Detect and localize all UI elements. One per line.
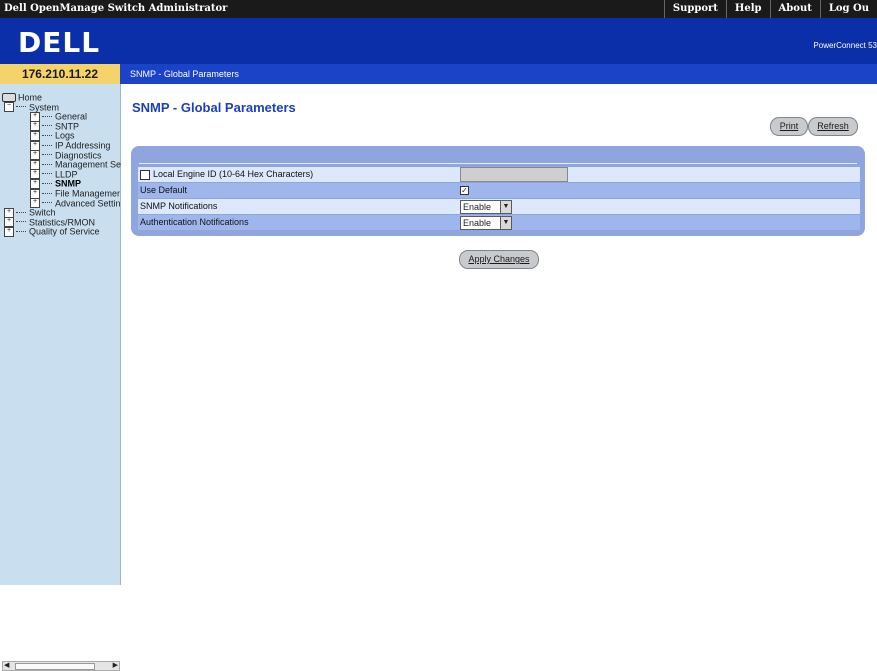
use-default-control: ✓ — [460, 185, 472, 200]
scroll-left-arrow-icon[interactable]: ◀ — [4, 662, 9, 669]
tree-connector — [42, 163, 52, 166]
tree-item-advanced-settin[interactable]: + Advanced Settin — [30, 198, 121, 209]
chevron-down-icon[interactable]: ▼ — [500, 217, 511, 229]
tree-connector — [42, 202, 52, 204]
tree-connector — [42, 135, 52, 137]
scroll-right-arrow-icon[interactable]: ▶ — [113, 662, 118, 669]
authentication-notifications-control: Enable ▼ — [460, 216, 512, 231]
tree-item-snmp[interactable]: + SNMP — [30, 178, 81, 190]
tree-item-label: Quality of Service — [29, 227, 100, 238]
snmp-notifications-select[interactable]: Enable ▼ — [460, 200, 512, 214]
tree-item-lldp[interactable]: + LLDP — [30, 169, 78, 180]
snmp-notifications-label: SNMP Notifications — [140, 201, 218, 211]
page-title: SNMP - Global Parameters — [132, 100, 296, 115]
snmp-notifications-row: SNMP Notifications Enable ▼ — [138, 199, 860, 214]
device-ip: 176.210.11.22 — [0, 64, 120, 85]
use-default-label: Use Default — [140, 185, 188, 195]
local-engine-id-row: Local Engine ID (10-64 Hex Characters) — [138, 167, 860, 182]
local-engine-id-input-wrap — [460, 167, 568, 182]
panel-divider — [139, 163, 857, 164]
tree-connector — [42, 183, 52, 185]
use-default-row: Use Default ✓ — [138, 183, 860, 198]
print-button[interactable]: Print — [770, 117, 808, 136]
tree-item-sntp[interactable]: + SNTP — [30, 121, 79, 132]
tree-item-home[interactable]: Home — [2, 92, 42, 103]
breadcrumb[interactable]: SNMP - Global Parameters — [130, 69, 239, 79]
authentication-notifications-select[interactable]: Enable ▼ — [460, 216, 512, 230]
apply-changes-button[interactable]: Apply Changes — [459, 250, 539, 269]
app-title: Dell OpenManage Switch Administrator — [4, 3, 228, 14]
use-default-checkbox[interactable]: ✓ — [460, 186, 469, 196]
tree-connector — [42, 154, 52, 156]
tree-item-management-se[interactable]: + Management Se — [30, 159, 121, 170]
tree-item-logs[interactable]: + Logs — [30, 130, 75, 142]
top-bar: Dell OpenManage Switch Administrator Sup… — [0, 0, 877, 18]
support-link[interactable]: Support — [663, 0, 726, 18]
local-engine-id-checkbox[interactable] — [140, 169, 150, 180]
tree-connector — [42, 115, 52, 118]
breadcrumb-bar: SNMP - Global Parameters — [120, 64, 877, 84]
tree-connector — [16, 106, 26, 108]
tree-item-ip-addressing[interactable]: + IP Addressing — [30, 140, 110, 151]
product-name: PowerConnect 53 — [813, 41, 877, 50]
authentication-notifications-label: Authentication Notifications — [140, 217, 249, 227]
about-link[interactable]: About — [769, 0, 820, 18]
local-engine-id-label: Local Engine ID (10-64 Hex Characters) — [140, 169, 313, 180]
chevron-down-icon[interactable]: ▼ — [500, 201, 511, 213]
tree-item-file-managemer[interactable]: + File Managemer — [30, 188, 120, 199]
local-engine-id-input[interactable] — [460, 167, 568, 182]
snmp-notifications-control: Enable ▼ — [460, 200, 512, 215]
tree-item-diagnostics[interactable]: + Diagnostics — [30, 150, 102, 161]
refresh-button[interactable]: Refresh — [808, 117, 858, 136]
tree-item-switch[interactable]: + Switch — [4, 207, 56, 218]
tree-connector — [42, 125, 52, 127]
tree-horizontal-scrollbar[interactable]: ◀ ▶ — [2, 661, 120, 671]
tree-connector — [42, 144, 52, 147]
expand-plus-icon[interactable]: + — [4, 227, 14, 238]
tree-connector — [16, 221, 26, 223]
tree-item-system[interactable]: − System — [4, 102, 59, 113]
collapse-minus-icon[interactable]: − — [4, 102, 14, 113]
header-band: DELL PowerConnect 53 — [0, 18, 877, 64]
tree-item-label: Advanced Settin — [55, 198, 121, 209]
top-nav: Support Help About Log Ou — [663, 0, 877, 18]
dell-logo: DELL — [18, 26, 101, 59]
tree-connector — [16, 231, 26, 233]
scroll-thumb[interactable] — [15, 663, 95, 670]
tree-item-statistics-rmon[interactable]: + Statistics/RMON — [4, 217, 95, 228]
help-link[interactable]: Help — [725, 0, 770, 18]
tree-item-general[interactable]: + General — [30, 111, 87, 122]
navigation-tree: Home − System + General + SNTP + Logs + IP Address… — [0, 84, 121, 671]
tree-item-quality-of-service[interactable]: + Quality of Service — [4, 226, 100, 238]
tree-connector — [42, 173, 52, 175]
tree-connector — [16, 211, 26, 214]
logout-link[interactable]: Log Ou — [819, 0, 877, 18]
tree-connector — [42, 192, 52, 195]
authentication-notifications-row: Authentication Notifications Enable ▼ — [138, 215, 860, 230]
